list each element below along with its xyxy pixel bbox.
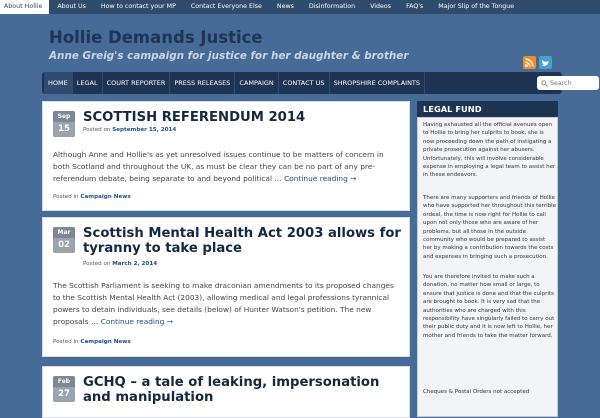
sidebar-paragraph: There are many supporters and friends of… (423, 195, 557, 260)
post-date-link[interactable]: March 2, 2014 (112, 261, 157, 267)
category-link[interactable]: Campaign News (80, 194, 130, 200)
post-meta: Posted on March 2, 2014 (83, 261, 157, 267)
post-title[interactable]: Scottish Mental Health Act 2003 allows f… (83, 226, 403, 257)
date-day: 02 (58, 240, 70, 250)
top-nav-news[interactable]: News (269, 0, 301, 14)
continue-reading-link[interactable]: Continue reading → (284, 174, 356, 183)
site-description: Anne Greig's campaign for justice for he… (49, 50, 409, 62)
post-meta: Posted on September 15, 2014 (83, 127, 176, 133)
sidebar-paragraph: You are therefore invited to make such a… (423, 274, 555, 339)
top-nav-about-us[interactable]: About Us (49, 0, 93, 14)
date-badge: Sep 15 (53, 111, 75, 137)
rss-icon[interactable] (523, 56, 536, 69)
posted-on-label: Posted on (83, 127, 111, 133)
search-icon (541, 79, 548, 87)
top-nav-contact-mp[interactable]: How to contact your MP (93, 0, 183, 14)
sidebar-paragraph: Cheques & Postal Orders not accepted (423, 389, 530, 395)
site-title[interactable]: Hollie Demands Justice (49, 28, 263, 47)
top-nav-contact-everyone[interactable]: Contact Everyone Else (183, 0, 269, 14)
post-excerpt: The Scottish Parliament is seeking to ma… (53, 280, 401, 328)
top-nav: About Hollie About Us How to contact you… (0, 0, 600, 14)
twitter-icon[interactable] (539, 56, 552, 69)
posted-in-label: Posted in (53, 194, 79, 200)
main-nav-contact-us[interactable]: CONTACT US (279, 72, 330, 94)
main-nav-court-reporter[interactable]: COURT REPORTER (103, 72, 171, 94)
post-footer: Posted in Campaign News (53, 194, 131, 200)
search-box (537, 76, 599, 90)
main-nav-campaign[interactable]: CAMPAIGN (235, 72, 279, 94)
top-nav-major-slip[interactable]: Major Slip of the Tongue (430, 0, 521, 14)
post: Mar 02 Scottish Mental Health Act 2003 a… (42, 217, 410, 357)
top-nav-videos[interactable]: Videos (362, 0, 398, 14)
posted-on-label: Posted on (83, 261, 111, 267)
main-nav-press-releases[interactable]: PRESS RELEASES (170, 72, 236, 94)
post-title[interactable]: GCHQ – a tale of leaking, impersonation … (83, 375, 403, 406)
main-nav: HOME LEGAL COURT REPORTER PRESS RELEASES… (42, 72, 599, 94)
post-excerpt: Although Anne and Hollie's as yet unreso… (53, 149, 401, 185)
top-nav-about-hollie[interactable]: About Hollie (0, 0, 50, 14)
sidebar-heading: LEGAL FUND (417, 101, 558, 117)
top-nav-disinformation[interactable]: Disinformation (301, 0, 362, 14)
date-badge: Mar 02 (53, 227, 75, 253)
post: Sep 15 SCOTTISH REFERENDUM 2014 Posted o… (42, 101, 410, 211)
date-month: Mar (53, 227, 75, 238)
date-day: 15 (58, 124, 70, 134)
date-badge: Feb 27 (53, 376, 75, 402)
main-nav-legal[interactable]: LEGAL (73, 72, 103, 94)
date-month: Sep (53, 111, 75, 122)
sidebar-paragraph: Having exhausted all the official avenue… (423, 122, 556, 179)
post-footer: Posted in Campaign News (53, 339, 131, 345)
main-nav-home[interactable]: HOME (44, 72, 73, 94)
top-nav-faqs[interactable]: FAQ's (398, 0, 430, 14)
date-month: Feb (53, 376, 75, 387)
category-link[interactable]: Campaign News (80, 339, 130, 345)
continue-reading-link[interactable]: Continue reading → (101, 317, 173, 326)
post-title[interactable]: SCOTTISH REFERENDUM 2014 (83, 110, 403, 125)
search-input[interactable] (550, 79, 596, 87)
main-nav-shropshire-complaints[interactable]: SHROPSHIRE COMPLAINTS (330, 72, 426, 94)
post: Feb 27 GCHQ – a tale of leaking, imperso… (42, 366, 410, 418)
posted-in-label: Posted in (53, 339, 79, 345)
post-date-link[interactable]: September 15, 2014 (112, 127, 176, 133)
